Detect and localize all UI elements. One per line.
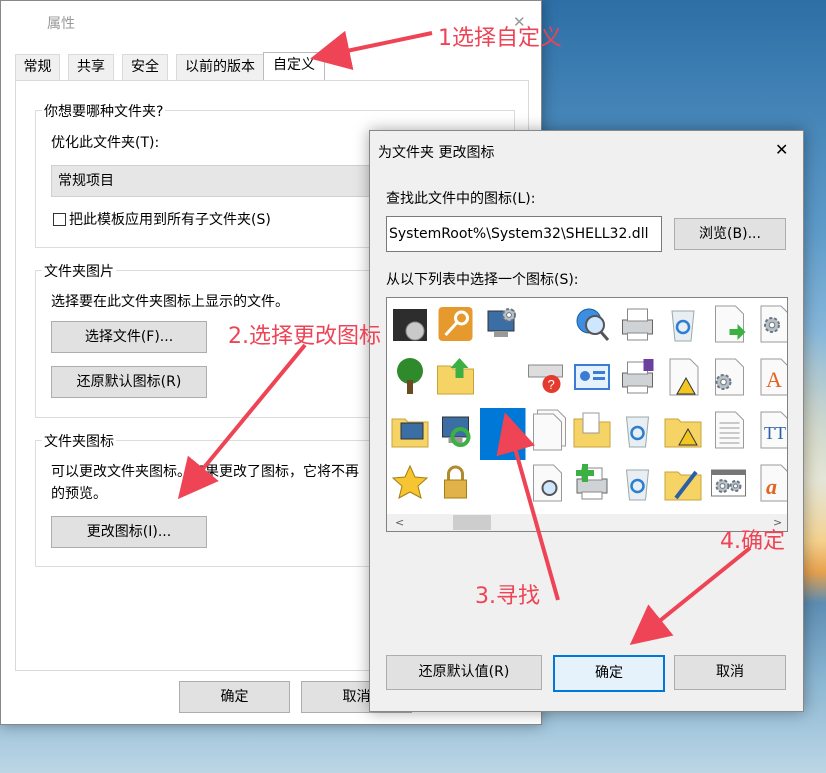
- annotation-step4: 4.确定: [720, 529, 785, 554]
- gear-file-icon[interactable]: [760, 305, 787, 343]
- printer-doc-icon[interactable]: [622, 359, 654, 394]
- svg-text:A: A: [766, 367, 782, 392]
- font-italic-a-icon[interactable]: a: [760, 464, 787, 502]
- dialog-cancel-button[interactable]: 取消: [674, 655, 786, 690]
- optimize-label: 优化此文件夹(T):: [51, 135, 160, 151]
- icon-grid: ? A TT a: [391, 305, 787, 502]
- star-icon[interactable]: [391, 464, 429, 499]
- folder-up-icon[interactable]: [437, 358, 474, 395]
- find-icons-label: 查找此文件中的图标(L):: [386, 191, 536, 207]
- browse-button[interactable]: 浏览(B)...: [674, 218, 786, 250]
- optimize-select[interactable]: 常规项目: [51, 165, 389, 197]
- apply-subfolders-label: 把此模板应用到所有子文件夹(S): [69, 212, 271, 228]
- svg-text:?: ?: [548, 377, 555, 392]
- svg-text:TT: TT: [764, 423, 786, 443]
- folder-icon-desc-line2: 的预览。: [51, 486, 107, 502]
- dialog-title: 为文件夹 更改图标: [378, 145, 495, 161]
- folder-computer-icon[interactable]: [391, 418, 429, 448]
- network-refresh-icon[interactable]: [442, 416, 471, 447]
- computer-settings-icon[interactable]: [487, 308, 516, 337]
- gear-doc-icon[interactable]: [715, 358, 744, 396]
- group-title: 你想要哪种文件夹?: [42, 101, 166, 121]
- cd-drive-icon[interactable]: [393, 309, 427, 341]
- folder-picture-desc: 选择要在此文件夹图标上显示的文件。: [51, 294, 289, 310]
- warning-folder-icon[interactable]: [664, 418, 702, 448]
- search-doc-icon[interactable]: [533, 464, 562, 502]
- restore-default-icon-button[interactable]: 还原默认图标(R): [51, 366, 207, 398]
- dialog-ok-button[interactable]: 确定: [553, 655, 665, 692]
- group-title: 文件夹图标: [42, 431, 116, 451]
- presentation-icon[interactable]: [574, 364, 610, 390]
- key-icon[interactable]: [438, 307, 473, 341]
- recycle-bin-icon[interactable]: [625, 416, 650, 448]
- tab-sharing[interactable]: 共享: [68, 54, 114, 80]
- tree-icon[interactable]: [397, 358, 423, 394]
- add-printer-icon[interactable]: [576, 464, 608, 500]
- restore-default-button[interactable]: 还原默认值(R): [386, 655, 542, 690]
- font-tt-icon[interactable]: TT: [760, 411, 787, 449]
- font-a-icon[interactable]: A: [760, 358, 787, 396]
- text-doc-icon[interactable]: [715, 411, 744, 449]
- folder-doc-icon[interactable]: [573, 412, 611, 448]
- scroll-thumb[interactable]: [453, 515, 491, 530]
- window-title: 属性: [47, 16, 75, 32]
- recycle-bin-icon[interactable]: [671, 310, 695, 342]
- help-computer-icon[interactable]: ?: [528, 364, 563, 393]
- ok-button[interactable]: 确定: [179, 681, 290, 713]
- annotation-step1: 1选择自定义: [438, 26, 562, 51]
- change-icon-button[interactable]: 更改图标(I)...: [51, 516, 207, 548]
- recycle-bin-icon[interactable]: [625, 469, 650, 501]
- scroll-left-icon[interactable]: <: [395, 514, 404, 531]
- apply-subfolders-checkbox[interactable]: [53, 213, 66, 226]
- svg-text:a: a: [766, 474, 777, 499]
- tab-general[interactable]: 常规: [15, 54, 60, 80]
- search-globe-icon[interactable]: [576, 308, 610, 341]
- change-icon-dialog: 为文件夹 更改图标 ✕ 查找此文件中的图标(L): SystemRoot%\Sy…: [369, 130, 804, 712]
- close-icon[interactable]: ✕: [775, 140, 788, 159]
- group-title: 文件夹图片: [42, 261, 116, 281]
- folder-icon-desc-line1: 可以更改文件夹图标。如果更改了图标，它将不再: [51, 464, 359, 480]
- icon-list-label: 从以下列表中选择一个图标(S):: [386, 272, 579, 288]
- tab-previous-versions[interactable]: 以前的版本: [176, 54, 264, 80]
- selected-icon-cell[interactable]: [480, 408, 526, 460]
- file-arrow-icon[interactable]: [715, 305, 746, 343]
- tab-security[interactable]: 安全: [122, 54, 168, 80]
- folder-pen-icon[interactable]: [664, 470, 702, 501]
- tab-customize[interactable]: 自定义: [263, 52, 325, 80]
- icon-list[interactable]: ? A TT a < >: [386, 297, 788, 532]
- lock-icon[interactable]: [444, 465, 467, 499]
- warning-file-icon[interactable]: [669, 358, 699, 396]
- printer-icon[interactable]: [622, 308, 653, 341]
- icon-file-input[interactable]: SystemRoot%\System32\SHELL32.dll: [386, 216, 662, 252]
- annotation-step2: 2.选择更改图标: [228, 324, 381, 349]
- settings-window-icon[interactable]: [711, 469, 746, 497]
- annotation-step3: 3.寻找: [475, 584, 540, 609]
- copy-files-icon[interactable]: [533, 409, 566, 451]
- choose-file-button[interactable]: 选择文件(F)...: [51, 321, 207, 353]
